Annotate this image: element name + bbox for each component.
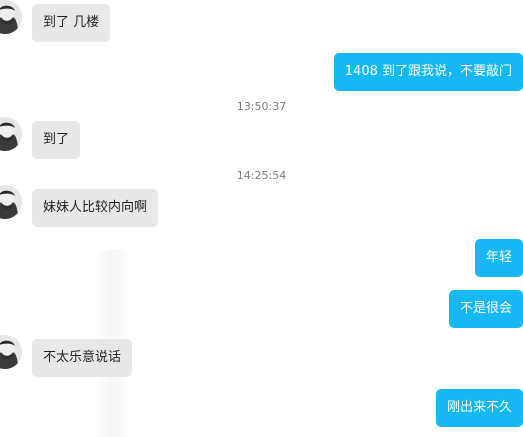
message-bubble-incoming[interactable]: 不太乐意说话	[32, 339, 133, 377]
timestamp: 13:50:37	[236, 100, 287, 113]
chat-window: 到了 几楼 1408 到了跟我说，不要敲门 13:50:37 到了 14:25:…	[0, 0, 523, 437]
contact-avatar-icon[interactable]	[0, 117, 22, 151]
message-bubble-outgoing[interactable]: 1408 到了跟我说，不要敲门	[333, 53, 523, 91]
message-bubble-outgoing[interactable]: 年轻	[474, 239, 523, 277]
timestamp: 14:25:54	[236, 169, 287, 182]
contact-avatar-icon[interactable]	[0, 185, 22, 219]
contact-avatar-icon[interactable]	[0, 0, 22, 34]
message-bubble-outgoing[interactable]: 不是很会	[448, 290, 523, 328]
message-bubble-outgoing[interactable]: 刚出来不久	[435, 389, 523, 427]
message-bubble-incoming[interactable]: 妹妹人比较内向啊	[32, 189, 159, 227]
contact-avatar-icon[interactable]	[0, 335, 22, 369]
message-bubble-incoming[interactable]: 到了 几楼	[32, 4, 111, 42]
message-bubble-incoming[interactable]: 到了	[32, 121, 81, 159]
